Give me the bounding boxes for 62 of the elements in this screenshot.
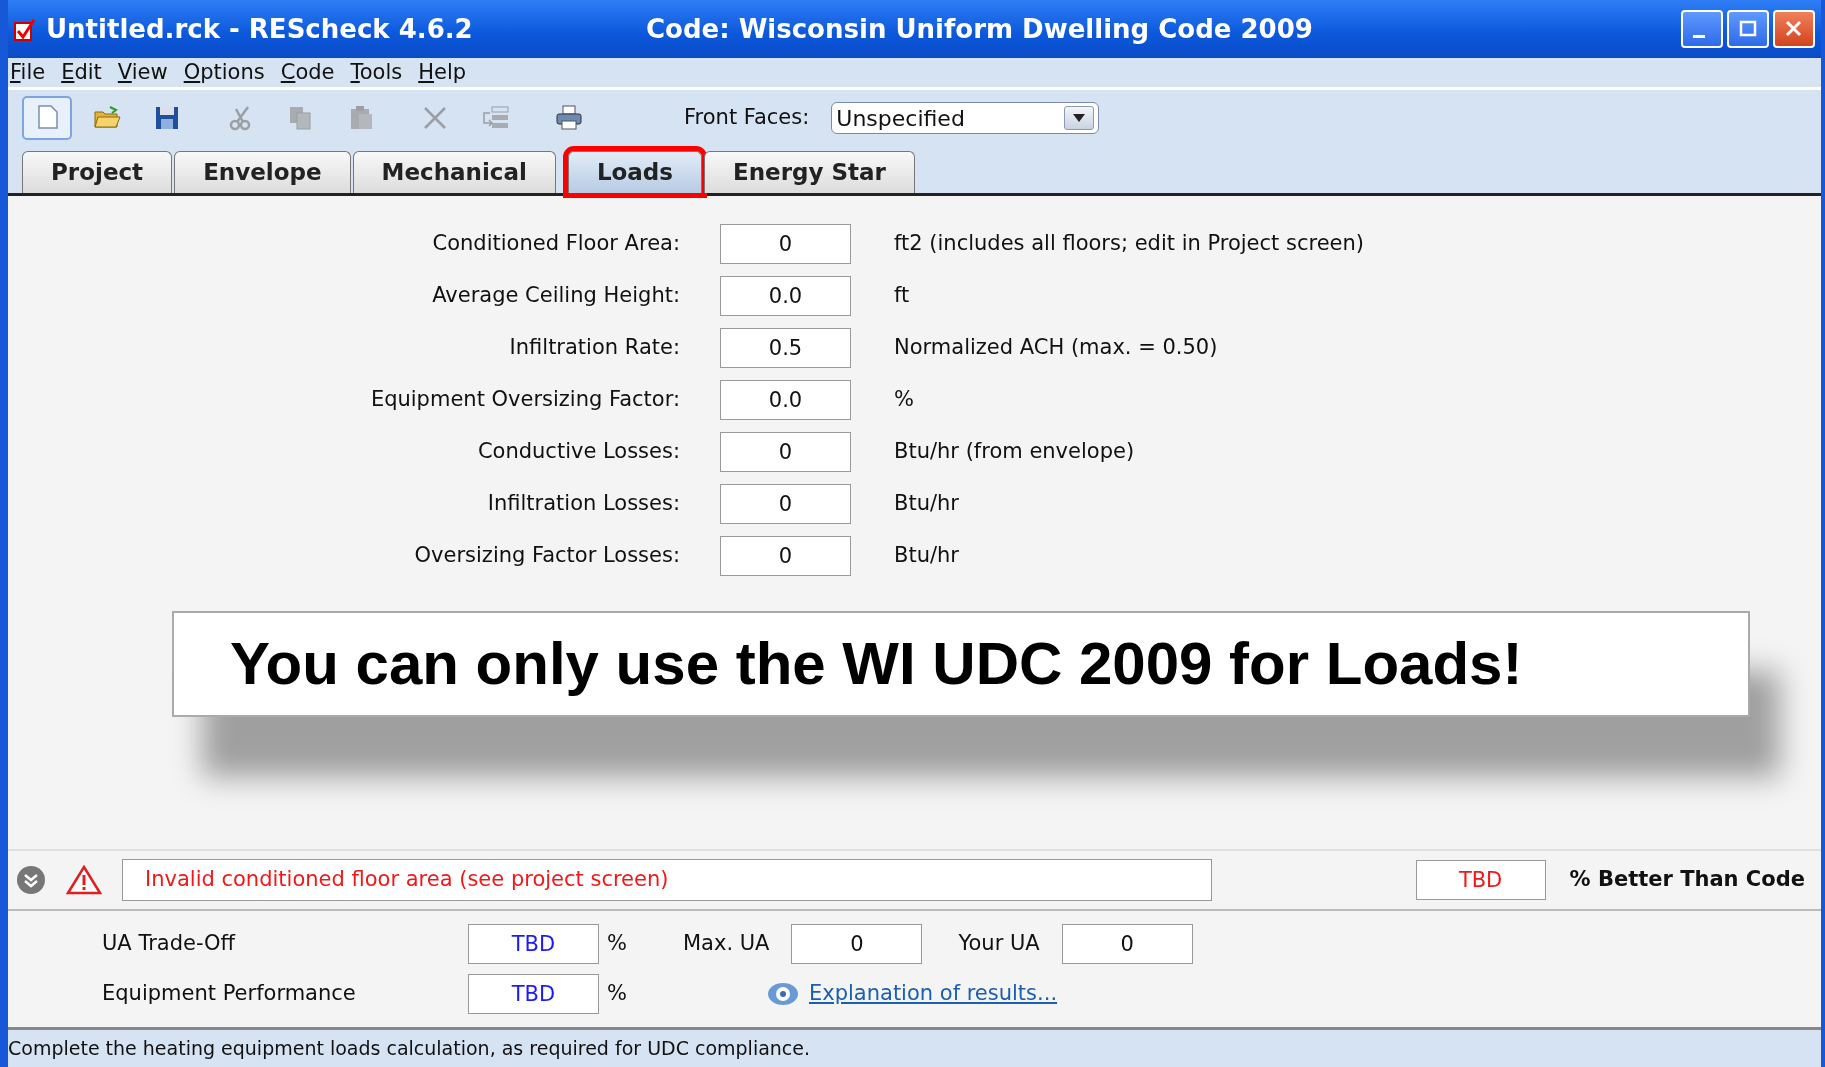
callout-banner: You can only use the WI UDC 2009 for Loads! xyxy=(172,611,1750,717)
field-label: Infiltration Rate: xyxy=(508,334,681,362)
menu-item[interactable]: Tools xyxy=(350,56,403,89)
menu-item[interactable]: Help xyxy=(418,56,467,89)
menu-item[interactable]: Options xyxy=(183,56,265,89)
printer-icon xyxy=(554,103,584,133)
front-faces-dropdown[interactable]: Unspecified xyxy=(831,102,1100,134)
input-field[interactable]: 0.0 xyxy=(720,276,851,316)
input-field[interactable]: 0 xyxy=(720,224,851,264)
result-label: % Better Than Code xyxy=(1569,866,1805,894)
window-title: Untitled.rck - REScheck 4.6.2 xyxy=(46,12,474,46)
unit-label: Btu/hr (from envelope) xyxy=(894,438,1135,466)
ua-label: UA Trade-Off xyxy=(102,930,237,958)
percent-label: % xyxy=(607,930,627,958)
result-field: TBD xyxy=(1415,860,1546,900)
field-label: Average Ceiling Height: xyxy=(431,282,681,310)
input-field[interactable]: 0.5 xyxy=(720,328,851,368)
tab[interactable]: Energy Star xyxy=(704,151,915,193)
percent-label: % xyxy=(607,980,627,1008)
equipment-field: TBD xyxy=(468,974,599,1014)
minimize-icon xyxy=(1693,34,1705,38)
unit-label: Normalized ACH (max. = 0.50) xyxy=(894,334,1218,362)
input-field[interactable]: 0.0 xyxy=(720,380,851,420)
minimize-button[interactable] xyxy=(1681,10,1723,48)
unit-label: % xyxy=(894,386,914,414)
status-bar: Complete the heating equipment loads calculation, as required for UDC compliance. xyxy=(8,1027,1821,1067)
tab[interactable]: Envelope xyxy=(174,151,351,193)
unit-label: ft2 (includes all floors; edit in Project screen) xyxy=(894,230,1364,258)
your-ua-field: 0 xyxy=(1061,924,1193,964)
tab[interactable]: Project xyxy=(22,151,173,193)
unit-label: Btu/hr xyxy=(894,542,959,570)
field-label: Conditioned Floor Area: xyxy=(431,230,681,258)
unit-label: ft xyxy=(894,282,910,310)
ua-field: TBD xyxy=(468,924,599,964)
caret-icon xyxy=(1064,106,1095,130)
maximize-button[interactable] xyxy=(1727,10,1769,48)
close-icon xyxy=(1784,19,1804,39)
warning-icon xyxy=(66,864,102,896)
maximize-icon xyxy=(1738,19,1758,39)
tab[interactable]: Mechanical xyxy=(352,151,556,193)
close-button[interactable] xyxy=(1773,10,1815,48)
input-field[interactable]: 0 xyxy=(720,432,851,472)
equipment-label: Equipment Performance xyxy=(102,980,357,1008)
field-label: Infiltration Losses: xyxy=(486,490,681,518)
menu-item[interactable]: File xyxy=(10,56,46,89)
max-ua-field: 0 xyxy=(791,924,923,964)
message-field: Invalid conditioned floor area (see project screen) xyxy=(122,859,1212,901)
menu-item[interactable]: Edit xyxy=(61,56,102,89)
your-ua-label: Your UA xyxy=(958,930,1040,958)
code-label: Code: Wisconsin Uniform Dwelling Code 2009 xyxy=(646,12,1314,46)
unit-label: Btu/hr xyxy=(894,490,959,518)
explanation-link[interactable]: Explanation of results... xyxy=(808,978,1058,1010)
menu-item[interactable]: Code xyxy=(280,56,335,89)
input-field[interactable]: 0 xyxy=(720,536,851,576)
front-faces-label: Front Faces: xyxy=(684,104,810,132)
menu-item[interactable]: View xyxy=(117,56,168,89)
field-label: Conductive Losses: xyxy=(476,438,681,466)
field-label: Oversizing Factor Losses: xyxy=(413,542,681,570)
input-field[interactable]: 0 xyxy=(720,484,851,524)
field-label: Equipment Oversizing Factor: xyxy=(369,386,681,414)
document-button[interactable] xyxy=(22,96,72,140)
max-ua-label: Max. UA xyxy=(682,930,770,958)
